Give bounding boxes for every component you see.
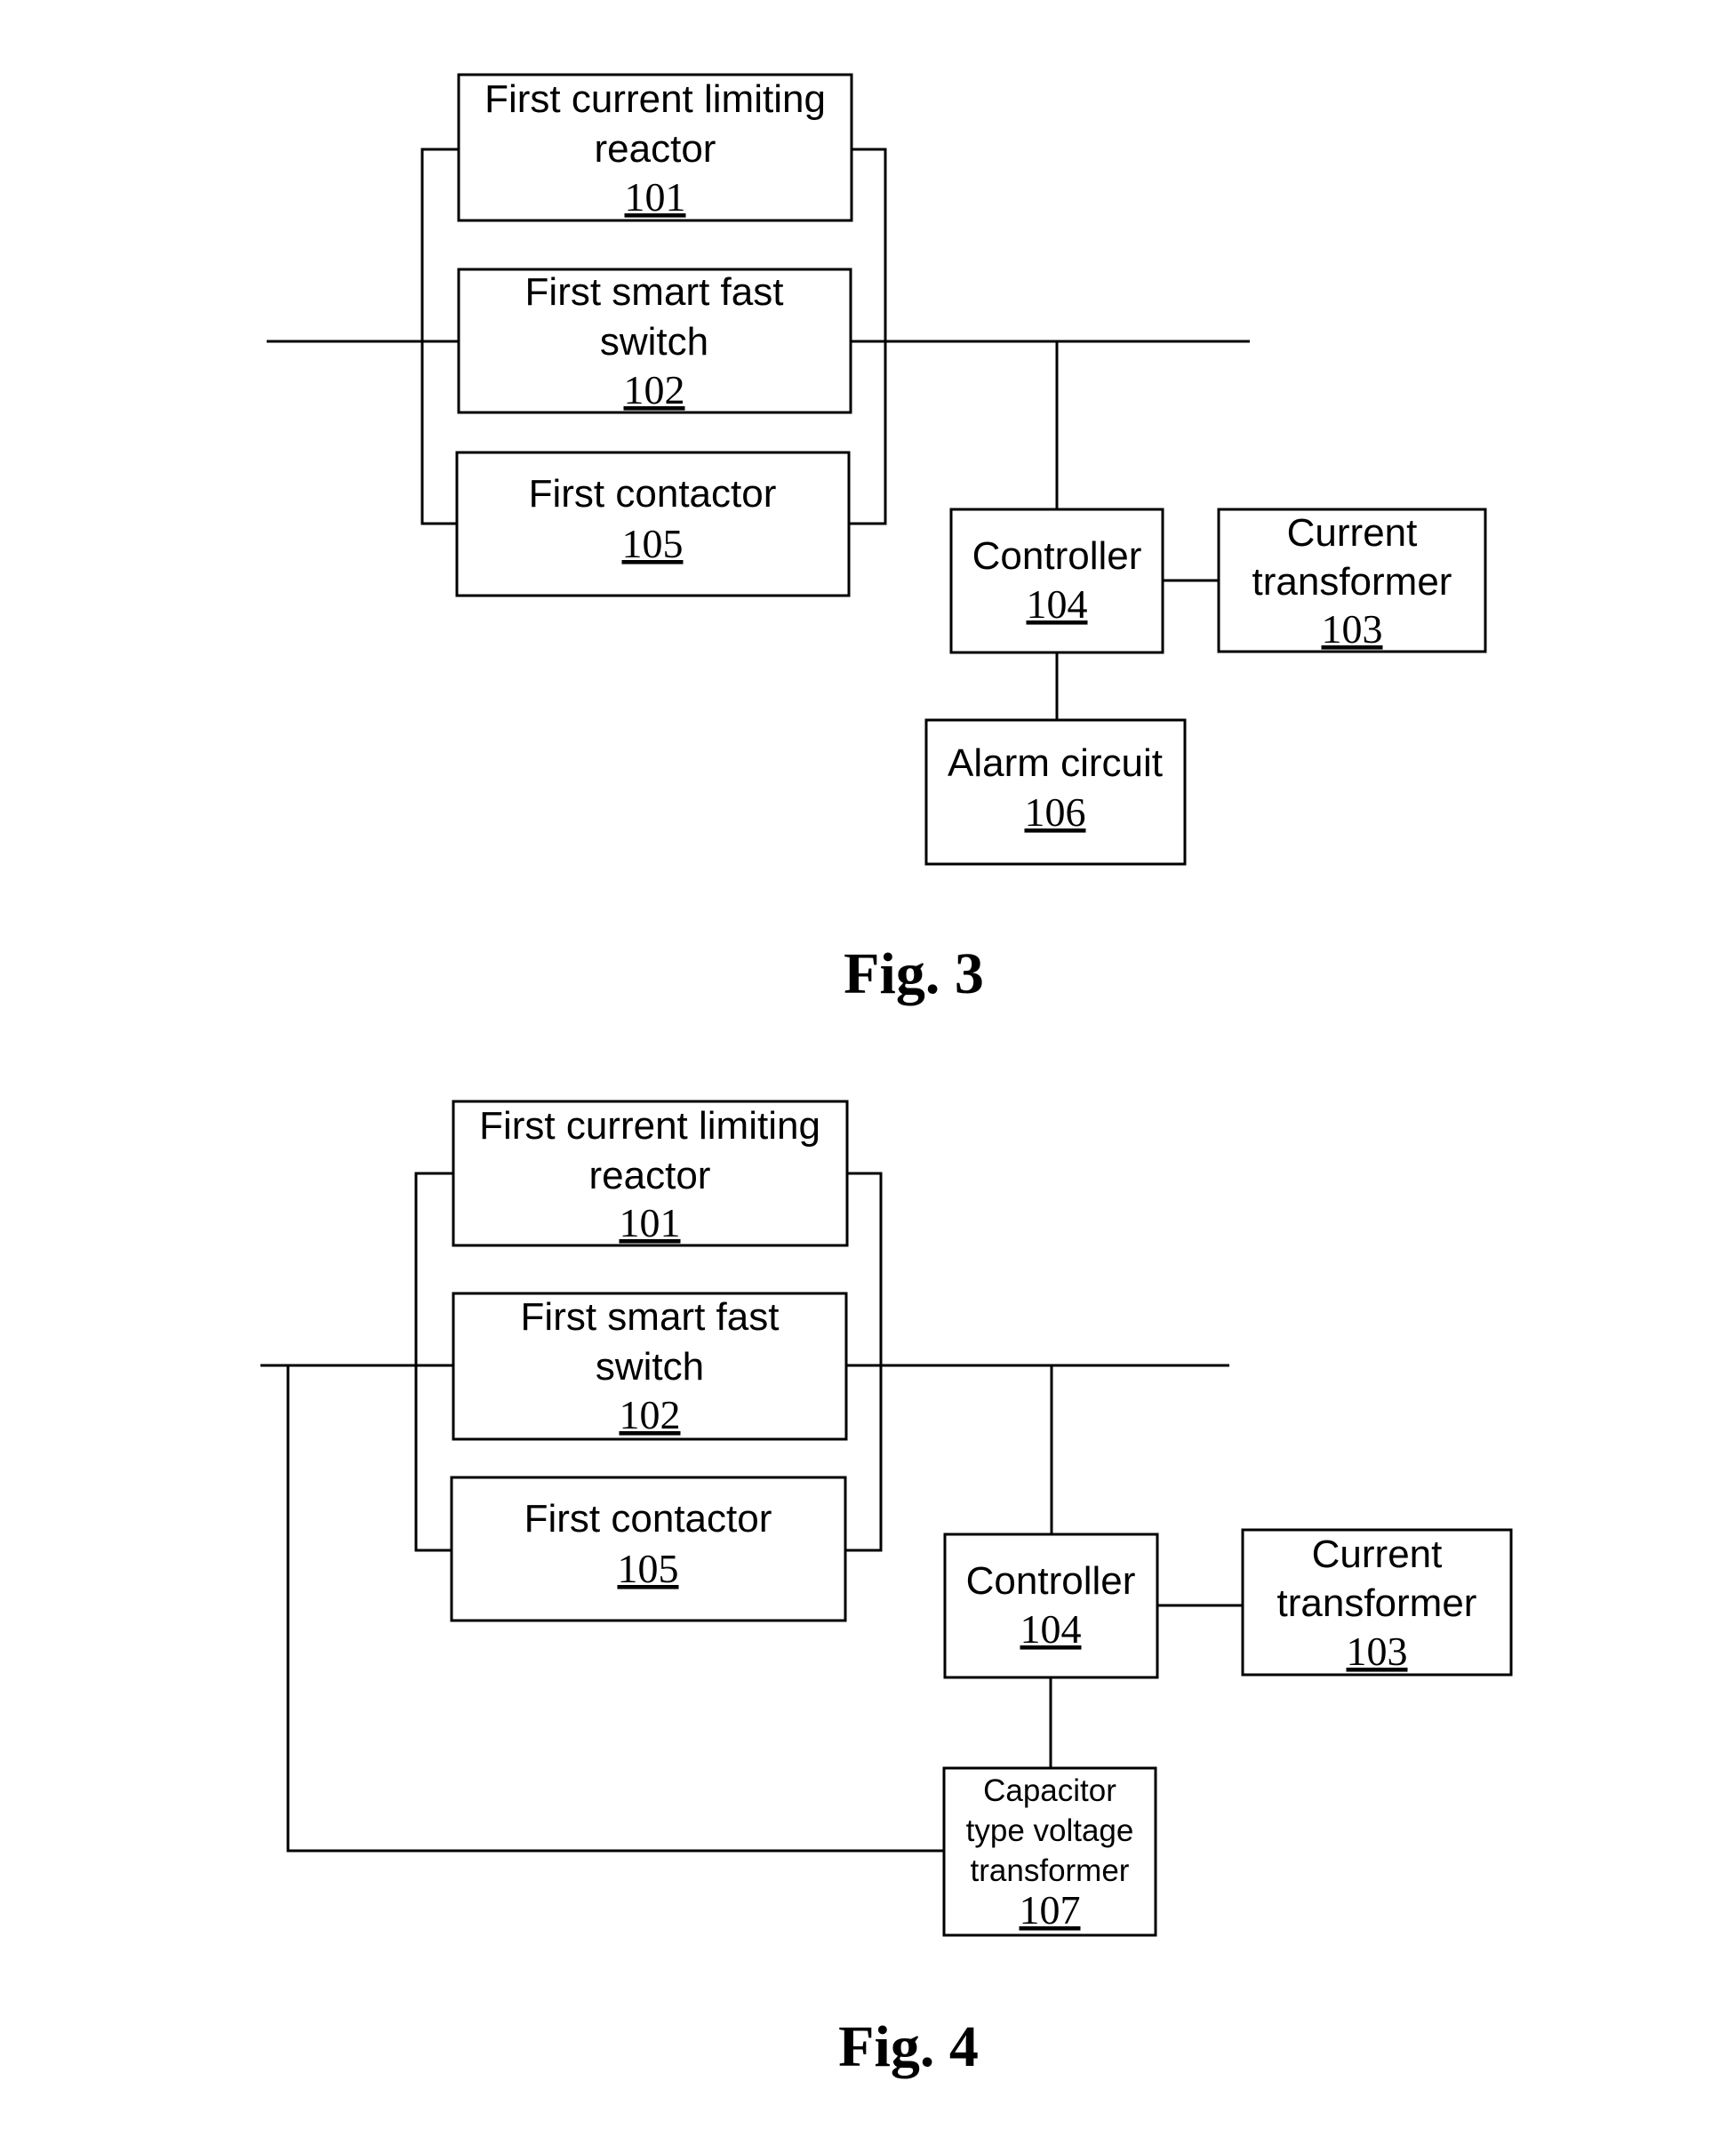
fig3-block-current-transformer: Current transformer 103 [1217,508,1487,653]
block-label-line: First current limiting [479,1104,820,1148]
block-ref-number: 101 [620,1200,681,1245]
block-ref-number: 103 [1322,606,1383,652]
fig3-left-bracket [420,148,459,525]
figure-4: First current limiting reactor 101 First… [260,1100,1513,2079]
block-label-line: First smart fast [521,1295,780,1339]
fig4-block-capacitor-voltage-transformer: Capacitor type voltage transformer 107 [942,1766,1157,1937]
fig3-block-first-contactor: First contactor 105 [455,451,851,597]
block-label-line: First contactor [524,1497,772,1541]
block-ref-number: 104 [1027,581,1088,627]
block-label-line: Alarm circuit [948,741,1163,785]
fig4-block-controller: Controller 104 [943,1533,1159,1679]
block-label-line: reactor [589,1154,711,1197]
fig3-block-alarm-circuit: Alarm circuit 106 [924,718,1187,866]
block-label-line: type voltage [966,1813,1134,1848]
block-label-line: Current [1287,511,1418,555]
block-label-line: First smart fast [525,270,784,314]
block-ref-number: 103 [1347,1629,1408,1674]
block-ref-number: 106 [1025,789,1086,835]
block-label-line: reactor [595,127,716,171]
fig4-block-smart-fast-switch: First smart fast switch 102 [452,1292,848,1441]
fig4-left-bracket [414,1172,453,1552]
figure-caption: Fig. 3 [844,941,984,1006]
fig4-block-first-contactor: First contactor 105 [450,1476,847,1622]
block-label-line: First contactor [529,472,777,516]
block-label-line: Controller [972,534,1142,578]
block-ref-number: 102 [620,1392,681,1437]
figure-3: First current limiting reactor 101 First… [267,73,1487,1006]
fig4-right-bracket [845,1172,883,1552]
block-ref-number: 107 [1020,1887,1081,1933]
block-label-line: switch [600,320,708,364]
block-label-line: transformer [971,1853,1130,1888]
fig3-block-smart-fast-switch: First smart fast switch 102 [457,268,852,414]
fig4-block-current-transformer: Current transformer 103 [1241,1528,1513,1677]
block-label-line: Capacitor [983,1773,1116,1808]
block-label-line: switch [596,1345,704,1389]
fig3-block-current-limiting-reactor: First current limiting reactor 101 [457,73,853,222]
block-ref-number: 105 [618,1546,679,1591]
fig4-block-current-limiting-reactor: First current limiting reactor 101 [452,1100,849,1247]
block-ref-number: 104 [1020,1606,1082,1652]
fig3-right-bracket [849,148,887,525]
block-label-line: Controller [966,1559,1136,1603]
block-label-line: Current [1312,1533,1443,1576]
block-ref-number: 105 [622,521,684,566]
block-ref-number: 102 [624,367,685,412]
block-label-line: transformer [1277,1581,1477,1625]
fig3-block-controller: Controller 104 [949,508,1164,654]
block-ref-number: 101 [625,174,686,220]
block-label-line: First current limiting [484,77,826,121]
diagram-canvas: First current limiting reactor 101 First… [260,73,1513,2079]
block-label-line: transformer [1252,560,1452,604]
figure-caption: Fig. 4 [838,2014,979,2079]
